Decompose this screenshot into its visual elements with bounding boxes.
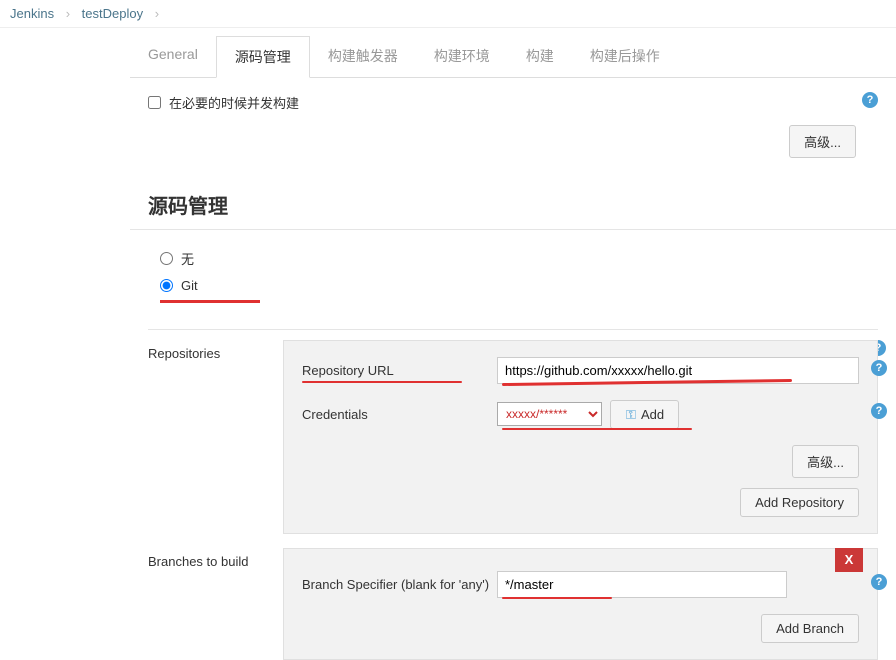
scm-section-title: 源码管理 (130, 170, 896, 230)
breadcrumb: Jenkins › testDeploy › (0, 0, 896, 28)
repo-advanced-button[interactable]: 高级... (792, 445, 859, 478)
breadcrumb-root[interactable]: Jenkins (10, 6, 54, 21)
chevron-right-icon: › (66, 6, 70, 21)
chevron-right-icon: › (155, 6, 159, 21)
add-repository-button[interactable]: Add Repository (740, 488, 859, 517)
help-icon[interactable]: ? (871, 360, 887, 376)
scm-git-label: Git (181, 278, 198, 293)
advanced-button[interactable]: 高级... (789, 125, 856, 158)
annotation-line (502, 428, 692, 431)
tab-env[interactable]: 构建环境 (416, 36, 508, 77)
delete-branch-button[interactable]: X (835, 548, 863, 572)
scm-radio-group: 无 Git (130, 230, 896, 317)
add-branch-button[interactable]: Add Branch (761, 614, 859, 643)
branch-spec-label: Branch Specifier (blank for 'any') (302, 577, 497, 592)
key-icon: ⚿ (625, 407, 637, 419)
repositories-label: Repositories (148, 340, 283, 534)
annotation-line (302, 381, 462, 384)
annotation-line (160, 300, 260, 303)
repo-url-label: Repository URL (302, 363, 497, 378)
credentials-select[interactable]: xxxxx/****** (497, 402, 602, 426)
branches-label: Branches to build (148, 548, 283, 660)
concurrent-checkbox[interactable] (148, 96, 161, 109)
tab-scm[interactable]: 源码管理 (216, 36, 310, 78)
tab-build[interactable]: 构建 (508, 36, 572, 77)
tab-post[interactable]: 构建后操作 (572, 36, 678, 77)
tab-general[interactable]: General (130, 36, 216, 77)
scm-none-label: 无 (181, 249, 194, 268)
annotation-line (502, 597, 612, 600)
scm-radio-none[interactable] (160, 252, 173, 265)
credentials-label: Credentials (302, 407, 497, 422)
help-icon[interactable]: ? (871, 574, 887, 590)
concurrent-label: 在必要的时候并发构建 (169, 93, 299, 112)
breadcrumb-project[interactable]: testDeploy (82, 6, 143, 21)
add-credentials-button[interactable]: ⚿Add (610, 400, 679, 429)
repo-url-input[interactable] (497, 357, 859, 384)
scm-radio-git[interactable] (160, 279, 173, 292)
help-icon[interactable]: ? (862, 92, 878, 108)
config-tabs: General 源码管理 构建触发器 构建环境 构建 构建后操作 (130, 36, 896, 78)
help-icon[interactable]: ? (871, 403, 887, 419)
tab-triggers[interactable]: 构建触发器 (310, 36, 416, 77)
